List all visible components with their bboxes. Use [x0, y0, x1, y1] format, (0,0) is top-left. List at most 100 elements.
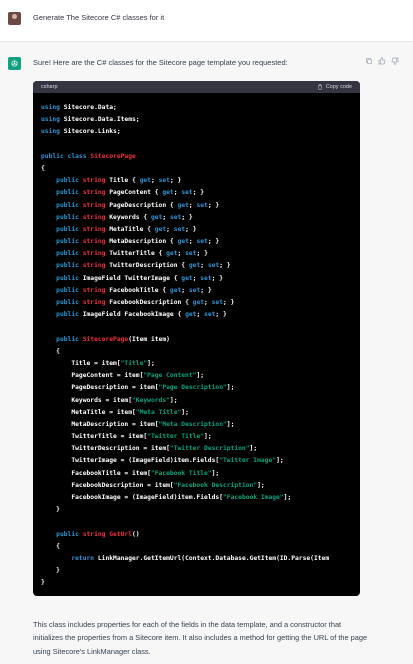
code-line: TwitterTitle = item["Twitter Title"]; — [41, 431, 360, 443]
code-token: string — [82, 299, 106, 306]
code-line: public string GetUrl() — [41, 529, 360, 541]
code-token: set — [185, 250, 197, 258]
code-token: ; — [181, 286, 189, 294]
code-token: public — [41, 152, 64, 160]
code-token: set — [196, 201, 208, 209]
code-token: public — [56, 286, 79, 294]
code-token: } — [41, 506, 60, 514]
code-line: public string TwitterTitle { get; set; } — [41, 248, 360, 260]
code-token: FacebookImage = (ImageField)item.Fields[ — [41, 494, 223, 501]
code-token: Title { — [105, 177, 140, 185]
copy-code-label: Copy code — [325, 84, 352, 90]
code-token: ]; — [226, 384, 235, 392]
code-token: public — [56, 335, 79, 343]
code-line: public string Title { get; set; } — [41, 175, 360, 187]
code-token: set — [188, 286, 201, 294]
code-token: ; — [204, 299, 212, 306]
code-token: ; — [150, 177, 159, 185]
code-token: MetaTitle = item[ — [41, 408, 136, 416]
code-token: TwitterImage = (ImageField)item.Fields[ — [41, 457, 220, 465]
code-token: return — [71, 554, 95, 562]
code-line: public class SitecorePage — [41, 151, 360, 163]
code-token: ]; — [147, 359, 155, 367]
code-token: FacebookTitle = item[ — [41, 469, 151, 477]
code-line: FacebookTitle = item["Facebook Title"]; — [41, 468, 360, 480]
code-token: TwitterTitle = item[ — [41, 433, 148, 441]
code-token: using — [41, 104, 60, 111]
code-token: string — [82, 530, 106, 538]
code-token: public — [56, 201, 79, 209]
code-token: Title = item[ — [41, 359, 121, 367]
code-token: ; } — [207, 238, 220, 246]
code-token: get — [188, 262, 201, 270]
code-token: ; — [196, 311, 205, 319]
code-line: public string TwitterDescription { get ; … — [41, 260, 360, 272]
code-token: ]; — [211, 469, 220, 477]
code-token: (Item item) — [128, 335, 170, 343]
code-line: public string Keywords { get; set; } — [41, 212, 360, 224]
code-token: class — [67, 152, 87, 160]
code-line: Keywords = item["Keywords"]; — [41, 395, 360, 407]
code-token: get — [150, 213, 163, 221]
code-token: ; } — [185, 225, 197, 233]
code-token: public — [56, 177, 79, 185]
code-line: public string MetaTitle { get; set; } — [41, 224, 360, 236]
code-line: Title = item["Title"]; — [41, 358, 360, 370]
code-line: using Sitecore.Data; — [41, 102, 360, 114]
code-token: GetUrl — [109, 530, 133, 538]
copy-icon[interactable] — [365, 57, 373, 65]
code-token: SitecorePage — [82, 335, 129, 343]
code-token: PageContent { — [105, 189, 163, 197]
code-token: get — [192, 299, 205, 306]
code-token: get — [154, 225, 167, 233]
code-line: public string MetaDescription { get; set… — [41, 236, 360, 248]
code-token: public — [56, 262, 79, 270]
code-token: "Meta Title" — [135, 408, 182, 416]
code-token: string — [82, 262, 106, 270]
code-token: ; — [177, 250, 186, 258]
code-line: FacebookDescription = item["Facebook Des… — [41, 480, 360, 492]
openai-logo-icon — [8, 57, 21, 70]
code-token: ImageField TwitterImage { — [78, 274, 182, 282]
code-token: set — [173, 225, 186, 233]
code-token: set — [196, 238, 208, 246]
code-token: FacebookTitle { — [105, 286, 170, 294]
code-token: ; } — [181, 213, 193, 221]
code-line: public ImageField TwitterImage { get; se… — [41, 273, 360, 285]
code-token: ; } — [169, 177, 182, 185]
copy-code-button[interactable]: Copy code — [317, 84, 352, 90]
code-token: public — [56, 274, 79, 282]
assistant-message-row: Sure! Here are the C# classes for the Si… — [0, 42, 413, 664]
code-token: ; — [162, 213, 170, 221]
code-token: PageDescription = item[ — [41, 384, 159, 392]
code-token: string — [82, 189, 106, 197]
code-line: FacebookImage = (ImageField)item.Fields[… — [41, 492, 360, 504]
code-token: ]; — [169, 396, 178, 404]
code-token: Keywords { — [105, 213, 151, 221]
code-token: public — [56, 213, 79, 221]
code-token: { — [41, 347, 60, 355]
code-line: public SitecorePage(Item item) — [41, 334, 360, 346]
code-line: public ImageField FacebookImage { get; s… — [41, 309, 360, 321]
code-token: ]; — [257, 481, 265, 489]
code-line: } — [41, 565, 360, 577]
code-token: set — [204, 311, 216, 319]
code-token: FacebookDescription { — [105, 299, 193, 306]
code-line: public string FacebookDescription { get;… — [41, 297, 360, 309]
thumbs-down-icon[interactable] — [391, 57, 399, 65]
code-token: SitecorePage — [90, 152, 136, 160]
code-token: using — [41, 128, 60, 136]
code-line: TwitterImage = (ImageField)item.Fields["… — [41, 455, 360, 467]
code-line: { — [41, 346, 360, 358]
thumbs-up-icon[interactable] — [378, 57, 386, 65]
